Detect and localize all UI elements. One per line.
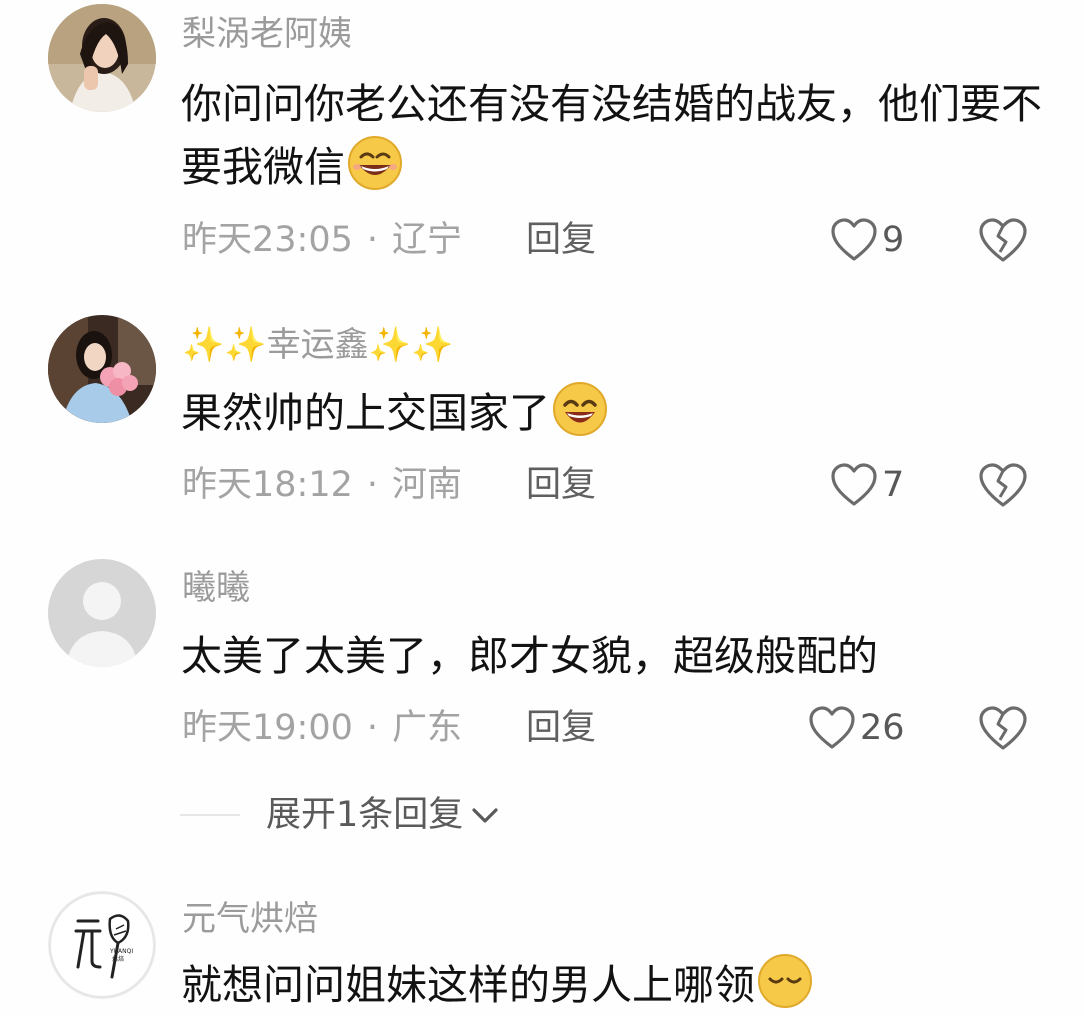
comment-time: 昨天18:12: [182, 465, 353, 505]
broken-heart-icon: [979, 706, 1027, 750]
comment-meta: 昨天19:00 · 广东: [182, 706, 462, 750]
comment-text-content: 你问问你老公还有没有没结婚的战友，他们要不要我微信: [181, 80, 1042, 191]
like-count: 26: [860, 708, 905, 748]
expand-replies-button[interactable]: 展开1条回复: [180, 793, 501, 837]
comment-text-content: 就想问问姐妹这样的男人上哪领: [181, 961, 755, 1009]
like-button[interactable]: 26: [808, 704, 905, 752]
comment-text: 果然帅的上交国家了: [181, 381, 1051, 444]
meta-separator: ·: [366, 465, 379, 505]
svg-text:YUANQI: YUANQI: [109, 948, 133, 955]
broken-heart-icon: [979, 218, 1027, 262]
like-count: 9: [882, 220, 905, 260]
reply-button[interactable]: 回复: [526, 218, 596, 262]
like-count: 7: [882, 465, 905, 505]
smiling-face-icon: [553, 382, 607, 436]
dislike-button[interactable]: [978, 704, 1028, 752]
comment-location: 辽宁: [392, 220, 463, 260]
heart-outline-icon: [809, 706, 855, 749]
broken-heart-icon: [979, 463, 1027, 507]
commenter-name[interactable]: 曦曦: [182, 568, 250, 608]
dislike-button[interactable]: [978, 461, 1028, 509]
comment-location: 广东: [392, 708, 463, 748]
reply-button[interactable]: 回复: [526, 706, 596, 750]
avatar[interactable]: [48, 4, 156, 112]
comment-text-content: 太美了太美了，郎才女貌，超级般配的: [181, 632, 878, 680]
grinning-face-icon: [348, 136, 402, 190]
default-avatar-icon: [48, 559, 156, 667]
avatar[interactable]: [48, 315, 156, 423]
comment-text-content: 果然帅的上交国家了: [181, 389, 550, 437]
comment-text: 你问问你老公还有没有没结婚的战友，他们要不要我微信: [181, 73, 1051, 198]
comment-text: 就想问问姐妹这样的男人上哪领: [181, 953, 1051, 1016]
expand-replies-label: 展开1条回复: [266, 795, 464, 835]
commenter-name[interactable]: ✨✨幸运鑫✨✨: [182, 325, 453, 365]
reply-button[interactable]: 回复: [526, 463, 596, 507]
meta-separator: ·: [366, 220, 379, 260]
meta-separator: ·: [366, 708, 379, 748]
divider: [180, 814, 240, 816]
comment-time: 昨天23:05: [182, 220, 353, 260]
user-photo: [48, 4, 156, 112]
brand-logo: YUANQI 烘焙: [49, 892, 155, 998]
avatar[interactable]: YUANQI 烘焙: [48, 891, 156, 999]
like-button[interactable]: 7: [830, 461, 904, 509]
comment-text: 太美了太美了，郎才女貌，超级般配的: [181, 625, 1051, 687]
heart-outline-icon: [831, 218, 877, 261]
avatar[interactable]: [48, 559, 156, 667]
relieved-face-icon: [758, 954, 812, 1008]
commenter-name[interactable]: 梨涡老阿姨: [182, 14, 352, 54]
like-button[interactable]: 9: [830, 216, 904, 264]
commenter-name[interactable]: 元气烘焙: [182, 899, 318, 939]
comment-time: 昨天19:00: [182, 708, 353, 748]
dislike-button[interactable]: [978, 216, 1028, 264]
comment-location: 河南: [392, 465, 463, 505]
comment-meta: 昨天18:12 · 河南: [182, 463, 462, 507]
comment-meta: 昨天23:05 · 辽宁: [182, 218, 462, 262]
chevron-down-icon: [472, 808, 498, 823]
heart-outline-icon: [831, 463, 877, 506]
svg-text:烘焙: 烘焙: [112, 955, 124, 963]
user-photo: [48, 315, 156, 423]
